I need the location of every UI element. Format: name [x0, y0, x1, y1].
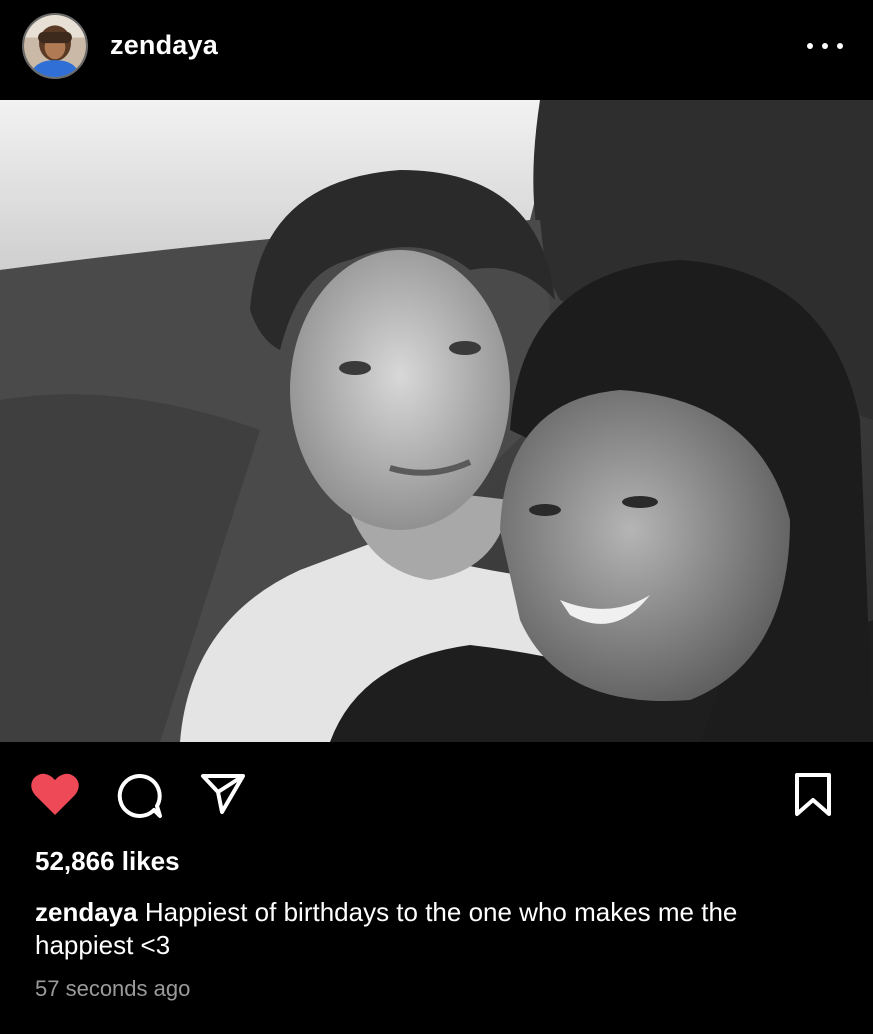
send-icon-svg	[201, 774, 245, 814]
more-dot	[837, 43, 843, 49]
post-username[interactable]: zendaya	[110, 30, 218, 61]
likes-count[interactable]: 52,866 likes	[35, 846, 180, 877]
action-bar	[0, 742, 873, 842]
comment-icon[interactable]	[116, 772, 164, 820]
bookmark-icon-svg	[795, 773, 831, 816]
caption-text: Happiest of birthdays to the one who mak…	[35, 897, 738, 960]
more-horizontal-icon[interactable]	[807, 36, 843, 56]
send-icon[interactable]	[200, 772, 246, 816]
post-photo[interactable]	[0, 100, 873, 742]
photo-image	[0, 100, 873, 742]
avatar-image	[24, 15, 86, 77]
heart-icon-svg	[31, 773, 79, 815]
bookmark-icon[interactable]	[793, 772, 833, 818]
more-dot	[822, 43, 828, 49]
comment-icon-svg	[117, 773, 162, 818]
post-header: zendaya	[0, 0, 873, 100]
avatar[interactable]	[22, 13, 88, 79]
more-dot	[807, 43, 813, 49]
heart-icon[interactable]	[30, 771, 80, 817]
post-timestamp: 57 seconds ago	[35, 976, 191, 1001]
post-caption: zendaya Happiest of birthdays to the one…	[35, 896, 835, 962]
instagram-post: zendaya 52,866 likes zendaya Happiest of…	[0, 0, 873, 1034]
caption-username[interactable]: zendaya	[35, 897, 138, 927]
